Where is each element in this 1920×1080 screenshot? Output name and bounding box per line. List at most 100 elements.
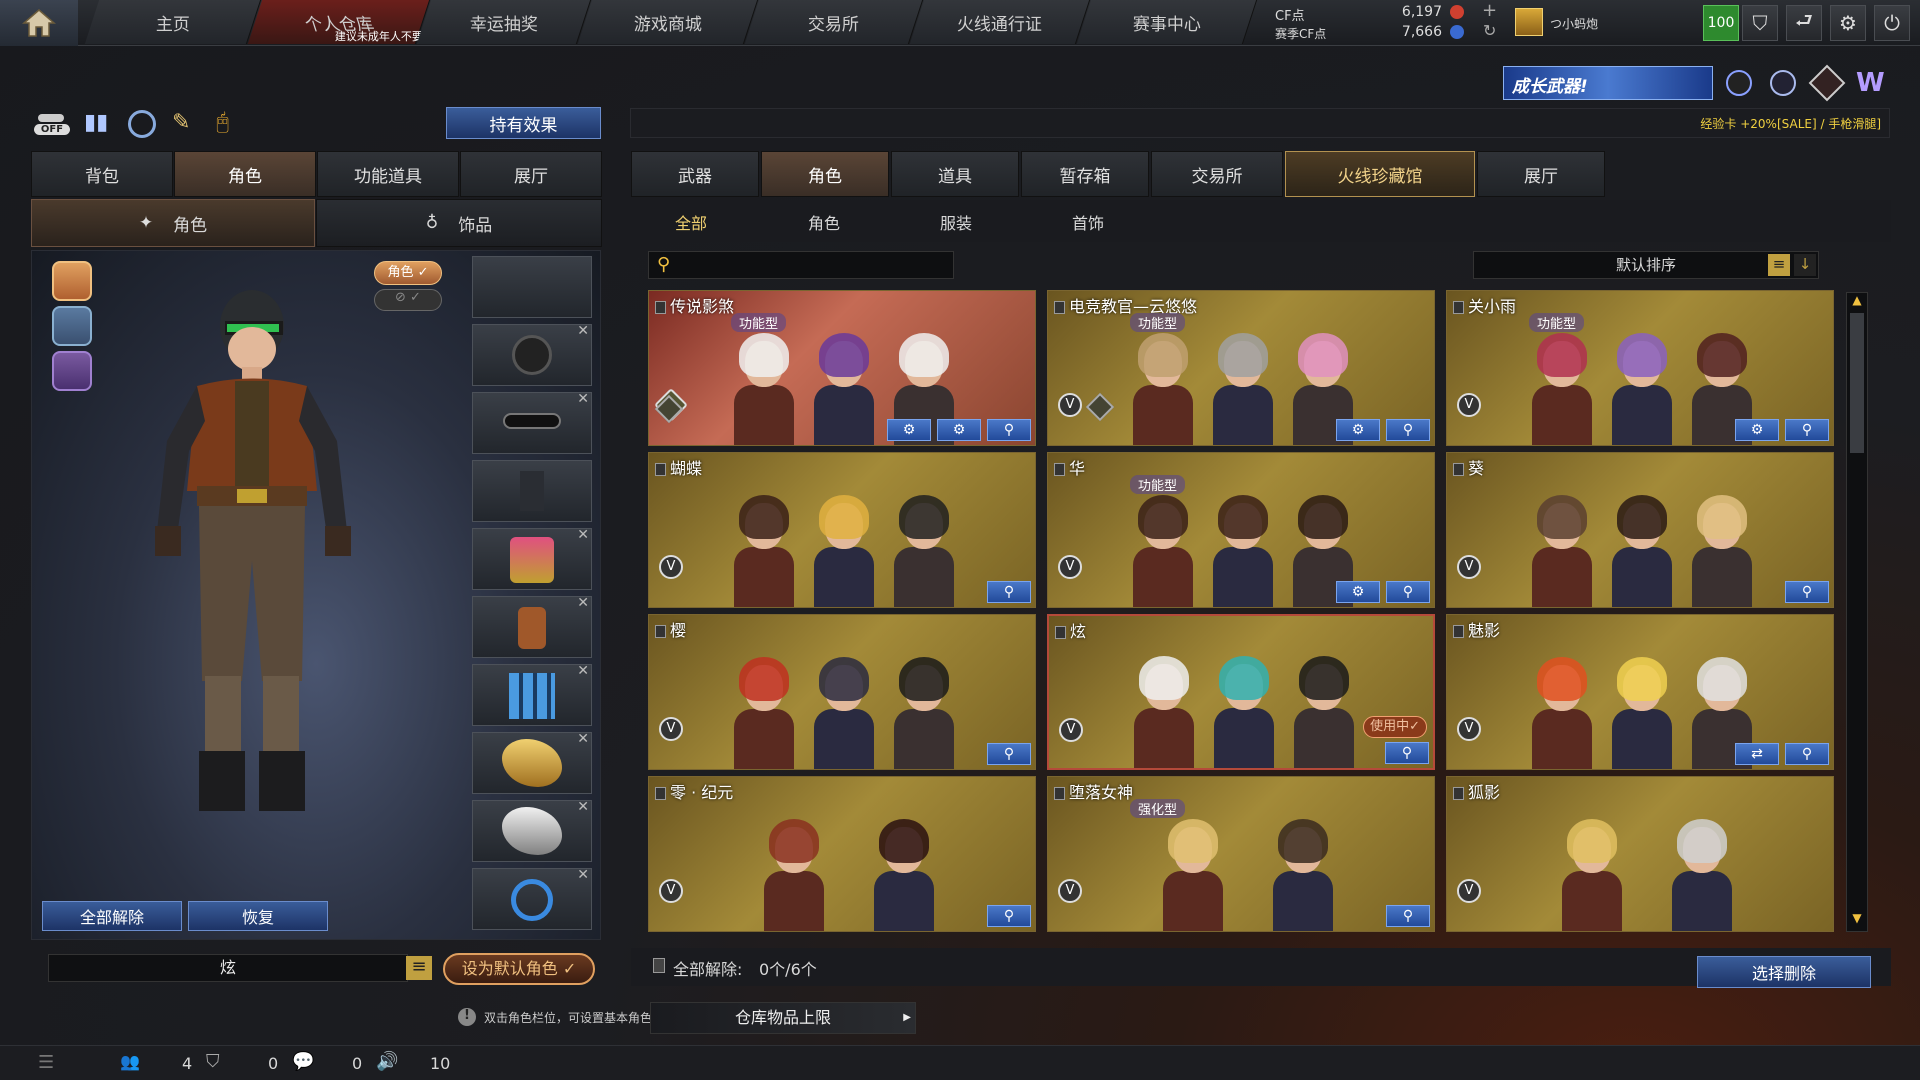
remove-icon[interactable]: ✕ [577, 731, 589, 747]
camp-icon-3[interactable] [52, 351, 92, 391]
search-icon[interactable]: ⚲ [1785, 743, 1829, 765]
nav-tab-home[interactable]: 主页 [84, 0, 262, 44]
equip-slot-helmet[interactable]: ✕ [472, 323, 592, 386]
bookmark-icon[interactable] [1054, 463, 1065, 476]
promo-banner[interactable]: 成长武器! [1503, 66, 1713, 100]
filter-jewelry[interactable]: 首饰 [1072, 210, 1104, 234]
character-card[interactable]: 零 · 纪元 V ⚲ [648, 776, 1036, 932]
friends-icon[interactable]: 👥 [120, 1052, 140, 1071]
refresh-icon[interactable]: ↻ [1483, 21, 1496, 40]
nav-tab-lottery[interactable]: 幸运抽奖 [416, 0, 592, 44]
vip-v-icon[interactable] [1726, 70, 1752, 96]
subtab-character[interactable]: ✦ 角色 [31, 199, 315, 247]
remove-icon[interactable]: ✕ [577, 323, 589, 339]
character-card[interactable]: 传说影煞 功能型 ⚲ ⚙ ⚙ [648, 290, 1036, 446]
rotate-icon[interactable] [128, 110, 156, 138]
toggle-off-button[interactable]: OFF [34, 110, 70, 140]
list-view-icon[interactable]: ≡ [1768, 254, 1790, 276]
search-icon[interactable]: ⚲ [1385, 742, 1429, 764]
ranking-icon[interactable]: ▮▮ [84, 110, 112, 138]
shield-button[interactable]: ⛉ [1742, 5, 1778, 41]
menu-icon[interactable]: ☰ [38, 1052, 54, 1073]
scroll-down-icon[interactable]: ▼ [1847, 911, 1867, 931]
sort-dropdown[interactable]: 默认排序 ≡ ↓ [1473, 251, 1819, 279]
equip-slot-ammo[interactable]: ✕ [472, 663, 592, 726]
nav-tab-warehouse[interactable]: 个人仓库 建议未成年人不要进入 [247, 0, 445, 44]
bookmark-icon[interactable] [1055, 626, 1066, 639]
remove-icon[interactable]: ✕ [577, 663, 589, 679]
equip-slot-dragon-silver[interactable]: ✕ [472, 799, 592, 862]
search-icon[interactable]: ⚲ [1386, 419, 1430, 441]
search-icon[interactable]: ⚲ [1386, 905, 1430, 927]
filter-all[interactable]: 全部 [675, 210, 707, 234]
bookmark-icon[interactable] [1054, 301, 1065, 314]
remove-icon[interactable]: ✕ [577, 799, 589, 815]
character-card[interactable]: 蝴蝶 V ⚲ [648, 452, 1036, 608]
bookmark-icon[interactable] [1453, 463, 1464, 476]
search-input[interactable] [683, 254, 943, 276]
set-default-button[interactable]: 设为默认角色 ✓ [443, 953, 595, 985]
bookmark-icon[interactable] [1453, 625, 1464, 638]
bookmark-icon[interactable] [1453, 301, 1464, 314]
search-icon[interactable]: ⚲ [1785, 581, 1829, 603]
scroll-thumb[interactable] [1850, 313, 1864, 453]
character-card[interactable]: 堕落女神 强化型 V ⚲ [1047, 776, 1435, 932]
gear-icon[interactable]: ⚙ [887, 419, 931, 441]
right-tab-hall[interactable]: 展厅 [1477, 151, 1605, 197]
gear-icon[interactable]: ⚙ [1336, 419, 1380, 441]
storage-limit-bar[interactable]: 仓库物品上限 ▶ [650, 1002, 916, 1034]
character-card[interactable]: 华功能型 V ⚲ ⚙ [1047, 452, 1435, 608]
filter-outfit[interactable]: 服装 [940, 210, 972, 234]
equip-slot-pouch[interactable]: ✕ [472, 595, 592, 658]
character-card[interactable]: 葵 V ⚲ [1446, 452, 1834, 608]
left-tab-bag[interactable]: 背包 [31, 151, 173, 197]
gear-icon[interactable]: ⚙ [1336, 581, 1380, 603]
nav-tab-events[interactable]: 赛事中心 [1076, 0, 1258, 44]
restore-button[interactable]: 恢复 [188, 901, 328, 931]
subtab-accessory[interactable]: ♁ 饰品 [316, 199, 602, 247]
character-name-field[interactable]: 炫 [48, 954, 408, 982]
left-tab-function-items[interactable]: 功能道具 [317, 151, 459, 197]
swap-icon[interactable]: ⇄ [1735, 743, 1779, 765]
remove-icon[interactable]: ✕ [577, 527, 589, 543]
settings-button[interactable]: ⚙ [1830, 5, 1866, 41]
equip-slot-radio[interactable] [472, 460, 592, 522]
mouse-icon[interactable]: 🖰 [216, 110, 244, 138]
character-card[interactable]: 魅影 V ⚲ ⇄ [1446, 614, 1834, 770]
bookmark-icon[interactable] [655, 301, 666, 314]
right-tab-collection[interactable]: 火线珍藏馆 [1285, 151, 1475, 197]
equip-slot-glasses[interactable]: ✕ [472, 391, 592, 454]
equip-slot-dragon-gold[interactable]: ✕ [472, 731, 592, 794]
w-logo-icon[interactable]: W [1856, 68, 1885, 98]
search-icon[interactable]: ⚲ [1386, 581, 1430, 603]
search-icon[interactable]: ⚲ [987, 419, 1031, 441]
equip-slot-weapon[interactable] [472, 256, 592, 318]
menu-list-icon[interactable]: ≡ [406, 956, 432, 980]
volume-icon[interactable]: 🔊 [376, 1051, 398, 1072]
effects-button[interactable]: 持有效果 [446, 107, 601, 139]
nav-tab-exchange[interactable]: 交易所 [744, 0, 924, 44]
gear-icon[interactable]: ⚙ [937, 419, 981, 441]
right-tab-items[interactable]: 道具 [891, 151, 1019, 197]
guild-icon[interactable]: ⛉ [206, 1051, 220, 1072]
nav-tab-shop[interactable]: 游戏商城 [577, 0, 759, 44]
select-delete-button[interactable]: 选择删除 [1697, 956, 1871, 988]
character-card[interactable]: 关小雨 功能型 V ⚲ ⚙ [1446, 290, 1834, 446]
nav-tab-pass[interactable]: 火线通行证 [909, 0, 1091, 44]
right-tab-storage[interactable]: 暂存箱 [1021, 151, 1149, 197]
left-tab-character[interactable]: 角色 [174, 151, 316, 197]
search-icon[interactable]: ⚲ [987, 743, 1031, 765]
bookmark-icon[interactable] [1453, 787, 1464, 800]
search-icon[interactable]: ⚲ [1785, 419, 1829, 441]
remove-icon[interactable]: ✕ [577, 595, 589, 611]
recharge-plus-icon[interactable]: + [1482, 0, 1497, 21]
character-card[interactable]: 炫 V ⚲ 使用中✓ [1047, 614, 1435, 770]
bookmark-icon[interactable] [655, 787, 666, 800]
chat-icon[interactable]: 💬 [292, 1051, 314, 1072]
filter-character[interactable]: 角色 [808, 210, 840, 234]
bookmark-icon[interactable] [1054, 787, 1065, 800]
equip-slot-ring[interactable]: ✕ [472, 867, 592, 930]
exit-room-button[interactable]: ⮐ [1786, 5, 1822, 41]
search-icon[interactable]: ⚲ [987, 905, 1031, 927]
sort-desc-icon[interactable]: ↓ [1794, 254, 1816, 276]
